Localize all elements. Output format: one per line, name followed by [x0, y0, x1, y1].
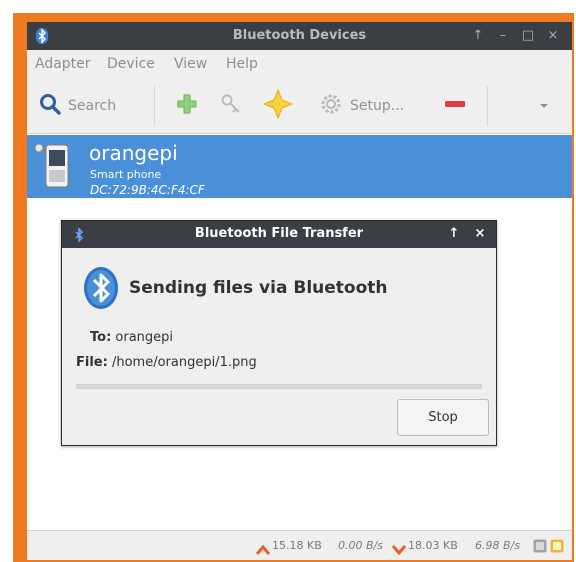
remove-device-button[interactable] [443, 92, 467, 120]
search-button-label: Search [68, 98, 117, 114]
statusbar: 15.18 KB 0.00 B/s 18.03 KB 6.98 B/s [27, 530, 572, 560]
menu-view[interactable]: View [174, 56, 207, 72]
pair-device-button[interactable] [219, 92, 243, 120]
dialog-title: Bluetooth File Transfer [194, 226, 364, 241]
file-label: File: [76, 355, 108, 370]
toolbar-separator [154, 86, 155, 126]
minimize-button[interactable]: – [495, 27, 511, 45]
maximize-button[interactable]: □ [520, 27, 536, 45]
menu-device[interactable]: Device [107, 56, 155, 72]
download-total: 18.03 KB [408, 539, 458, 552]
stop-button[interactable]: Stop [397, 399, 489, 436]
upload-rate: 0.00 B/s [338, 539, 383, 552]
close-button[interactable]: × [545, 27, 561, 45]
add-device-button[interactable] [175, 92, 199, 120]
transfer-progress-bar [76, 384, 482, 389]
search-button[interactable]: Search [39, 92, 116, 120]
trust-device-button[interactable] [262, 88, 294, 123]
setup-button-label: Setup... [350, 98, 405, 114]
menu-adapter[interactable]: Adapter [35, 56, 91, 72]
star-icon [262, 88, 294, 123]
file-path: /home/orangepi/1.png [111, 355, 257, 370]
phone-icon [31, 141, 75, 195]
plus-icon [175, 92, 199, 120]
minus-icon [443, 92, 467, 120]
file-row: File: /home/orangepi/1.png [76, 355, 257, 370]
recipient-row: To: orangepi [90, 330, 173, 345]
recipient-value: orangepi [115, 330, 174, 345]
bluetooth-devices-window: Bluetooth Devices ↑ – □ × Adapter Device… [27, 22, 572, 560]
gear-icon [319, 92, 343, 120]
upload-arrow-icon [255, 540, 271, 559]
download-rate: 6.98 B/s [475, 539, 520, 552]
file-transfer-dialog: Bluetooth File Transfer ↑ × Sending file… [61, 220, 497, 446]
device-address: DC:72:9B:4C:F4:CF [90, 183, 205, 197]
toolbar: Search Setup... [27, 78, 572, 134]
setup-button[interactable]: Setup... [319, 92, 404, 120]
visibility-icon[interactable] [550, 538, 564, 557]
window-titlebar[interactable]: Bluetooth Devices ↑ – □ × [27, 22, 572, 50]
chevron-down-icon [538, 97, 550, 116]
toolbar-overflow-button[interactable] [538, 92, 550, 120]
bluetooth-logo-icon [82, 266, 120, 314]
menubar: Adapter Device View Help [27, 50, 572, 78]
dialog-keep-above-button[interactable]: ↑ [446, 225, 462, 243]
dialog-close-button[interactable]: × [472, 225, 488, 243]
window-title: Bluetooth Devices [232, 28, 367, 43]
power-icon[interactable] [533, 538, 547, 557]
dialog-heading: Sending files via Bluetooth [129, 278, 388, 298]
download-arrow-icon [391, 540, 407, 559]
dialog-titlebar[interactable]: Bluetooth File Transfer ↑ × [62, 221, 496, 248]
toolbar-separator [487, 86, 488, 126]
keep-above-button[interactable]: ↑ [470, 27, 486, 45]
upload-total: 15.18 KB [272, 539, 322, 552]
key-icon [219, 92, 243, 120]
device-list-item[interactable]: orangepi Smart phone DC:72:9B:4C:F4:CF [27, 135, 572, 198]
device-name: orangepi [89, 141, 178, 165]
search-icon [39, 93, 61, 119]
device-type: Smart phone [90, 168, 162, 181]
menu-help[interactable]: Help [226, 56, 258, 72]
recipient-label: To: [90, 330, 112, 345]
